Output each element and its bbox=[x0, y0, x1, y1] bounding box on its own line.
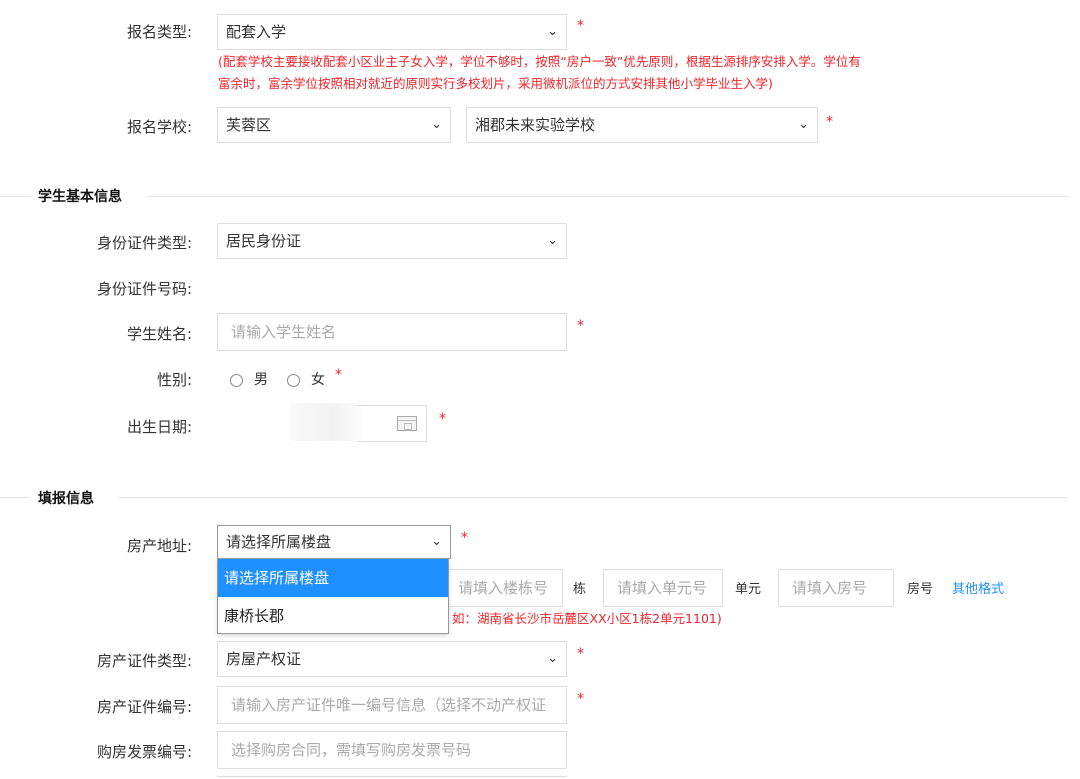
chevron-down-icon: ⌄ bbox=[547, 24, 558, 39]
calendar-icon[interactable] bbox=[397, 416, 417, 431]
district-select[interactable]: 芙蓉区 ⌄ bbox=[217, 107, 451, 143]
gender-male-label: 男 bbox=[254, 372, 268, 388]
id-type-select[interactable]: 居民身份证 ⌄ bbox=[217, 223, 567, 259]
id-type-label: 身份证件类型: bbox=[96, 234, 192, 252]
property-address-label: 房产地址: bbox=[126, 537, 192, 555]
section-divider bbox=[0, 196, 30, 197]
dropdown-option-placeholder[interactable]: 请选择所属楼盘 bbox=[218, 559, 448, 597]
invoice-number-label: 购房发票编号: bbox=[96, 743, 192, 761]
property-select[interactable]: 请选择所属楼盘 ⌄ bbox=[217, 525, 451, 559]
room-input[interactable]: 请填入房号 bbox=[778, 569, 894, 607]
gender-female-radio[interactable] bbox=[287, 374, 300, 387]
birth-date-box[interactable] bbox=[357, 405, 427, 442]
gender-label: 性别: bbox=[156, 371, 192, 389]
cert-type-value: 房屋产权证 bbox=[226, 650, 302, 668]
other-format-link[interactable]: 其他格式 bbox=[952, 578, 1004, 597]
school-select[interactable]: 湘郡未来实验学校 ⌄ bbox=[466, 107, 818, 143]
section-divider bbox=[148, 196, 1068, 197]
address-format-hint: 如：湖南省长沙市岳麓区XX小区1栋2单元1101) bbox=[452, 611, 722, 626]
gender-male-radio[interactable] bbox=[230, 374, 243, 387]
required-mark: * bbox=[826, 114, 833, 130]
section-title-student: 学生基本信息 bbox=[38, 189, 122, 205]
required-mark: * bbox=[577, 646, 584, 662]
unit-unit-label: 单元 bbox=[735, 582, 762, 597]
enroll-type-select[interactable]: 配套入学 ⌄ bbox=[217, 14, 567, 50]
birth-date-input[interactable] bbox=[290, 403, 362, 441]
enroll-type-value: 配套入学 bbox=[226, 23, 287, 41]
chevron-down-icon: ⌄ bbox=[431, 534, 442, 549]
required-mark: * bbox=[461, 530, 468, 546]
enroll-school-label: 报名学校: bbox=[126, 118, 192, 136]
invoice-number-input[interactable]: 选择购房合同，需填写购房发票号码 bbox=[217, 731, 567, 769]
property-value: 请选择所属楼盘 bbox=[226, 533, 332, 551]
chevron-down-icon: ⌄ bbox=[431, 117, 442, 132]
chevron-down-icon: ⌄ bbox=[547, 651, 558, 666]
birth-date-label: 出生日期: bbox=[126, 418, 192, 436]
chevron-down-icon: ⌄ bbox=[798, 117, 809, 132]
gender-female-label: 女 bbox=[311, 372, 325, 388]
enroll-type-hint-1: (配套学校主要接收配套小区业主子女入学，学位不够时，按照“房户一致”优先原则，根… bbox=[218, 54, 861, 69]
student-name-input[interactable]: 请输入学生姓名 bbox=[217, 313, 567, 351]
room-unit-label: 房号 bbox=[907, 582, 934, 597]
unit-input[interactable]: 请填入单元号 bbox=[603, 569, 723, 607]
chevron-down-icon: ⌄ bbox=[547, 233, 558, 248]
building-input[interactable]: 请填入楼栋号 bbox=[443, 569, 563, 607]
cert-number-label: 房产证件编号: bbox=[96, 698, 192, 716]
id-number-label: 身份证件号码: bbox=[96, 280, 192, 298]
cert-type-label: 房产证件类型: bbox=[96, 652, 192, 670]
required-mark: * bbox=[335, 367, 342, 383]
building-unit-label: 栋 bbox=[573, 582, 587, 597]
district-value: 芙蓉区 bbox=[226, 116, 272, 134]
section-divider bbox=[118, 497, 1068, 498]
required-mark: * bbox=[439, 411, 446, 427]
cert-type-select[interactable]: 房屋产权证 ⌄ bbox=[217, 641, 567, 677]
student-name-label: 学生姓名: bbox=[126, 325, 192, 343]
school-value: 湘郡未来实验学校 bbox=[475, 116, 596, 134]
required-mark: * bbox=[577, 18, 584, 34]
property-dropdown-list: 请选择所属楼盘 康桥长郡 bbox=[217, 558, 449, 634]
enroll-type-hint-2: 富余时，富余学位按照相对就近的原则实行多校划片，采用微机派位的方式安排其他小学毕… bbox=[218, 76, 773, 91]
id-type-value: 居民身份证 bbox=[226, 232, 302, 250]
cert-number-input[interactable]: 请输入房产证件唯一编号信息（选择不动产权证 bbox=[217, 686, 567, 724]
section-divider bbox=[0, 497, 30, 498]
section-title-fill: 填报信息 bbox=[38, 491, 94, 507]
required-mark: * bbox=[577, 691, 584, 707]
required-mark: * bbox=[577, 318, 584, 334]
dropdown-option-kangqiao[interactable]: 康桥长郡 bbox=[218, 597, 448, 635]
enroll-type-label: 报名类型: bbox=[126, 23, 192, 41]
